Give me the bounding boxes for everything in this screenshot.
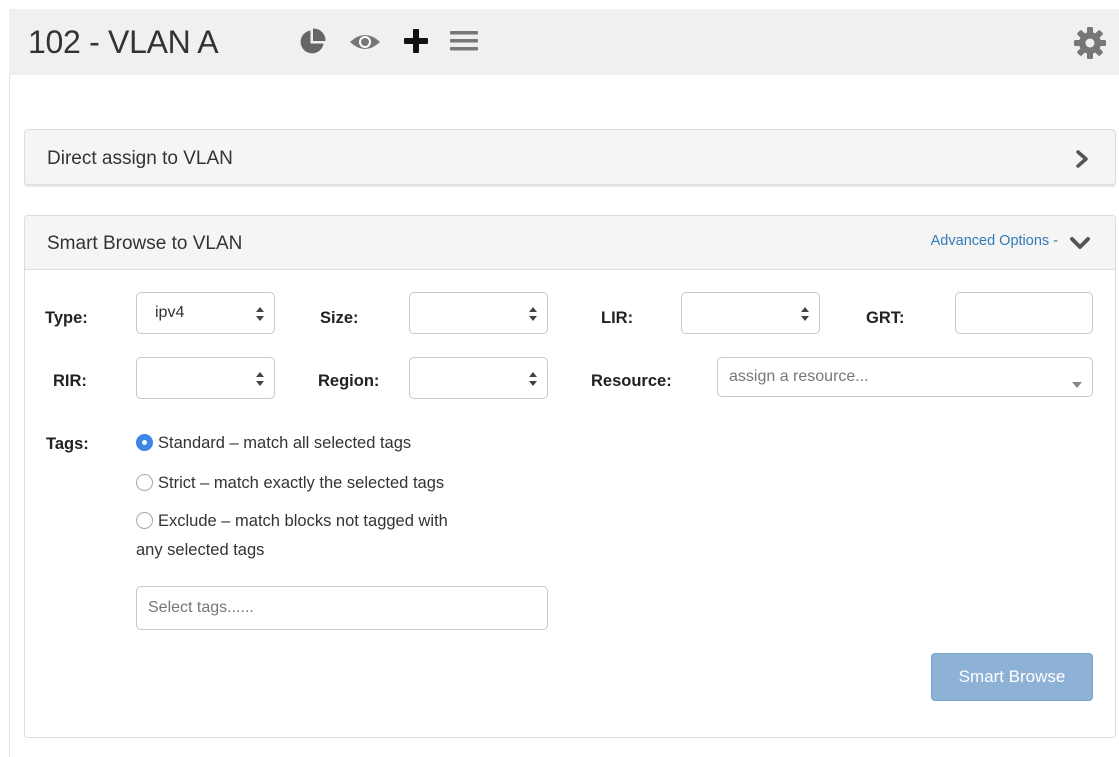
direct-assign-title[interactable]: Direct assign to VLAN [47, 148, 233, 170]
rir-label: RIR: [53, 372, 87, 390]
tag-mode-strict-label: Strict – match exactly the selected tags [158, 474, 445, 492]
eye-icon[interactable] [348, 31, 382, 53]
tag-mode-exclude-label: Exclude – match blocks not tagged with [158, 512, 448, 530]
rir-select[interactable] [136, 357, 275, 399]
advanced-options-link[interactable]: Advanced Options - [931, 233, 1058, 249]
type-select-value: ipv4 [155, 304, 185, 321]
grt-input[interactable] [955, 292, 1093, 334]
radio-unselected-icon[interactable] [136, 512, 153, 529]
radio-unselected-icon[interactable] [136, 474, 153, 491]
direct-assign-panel[interactable]: Direct assign to VLAN [24, 129, 1116, 185]
type-select[interactable]: ipv4 [136, 292, 275, 334]
chevron-down-icon[interactable] [1069, 235, 1091, 256]
smart-browse-title: Smart Browse to VLAN [47, 233, 243, 254]
region-label: Region: [318, 372, 380, 390]
select-arrows-icon [528, 306, 538, 327]
resource-combobox[interactable]: assign a resource... [717, 357, 1093, 397]
tag-mode-strict[interactable]: Strict – match exactly the selected tags [136, 474, 444, 493]
lir-label: LIR: [601, 309, 634, 327]
gear-icon[interactable] [1073, 26, 1107, 60]
select-arrows-icon [800, 306, 810, 327]
tags-label: Tags: [46, 435, 89, 453]
grt-label: GRT: [866, 309, 905, 327]
size-select[interactable] [409, 292, 548, 334]
smart-browse-heading: Smart Browse to VLAN Advanced Options - [25, 216, 1115, 270]
select-arrows-icon [255, 306, 265, 327]
tag-mode-standard[interactable]: Standard – match all selected tags [136, 434, 411, 453]
tags-input[interactable]: Select tags...... [136, 586, 548, 630]
type-label: Type: [45, 309, 88, 327]
resource-label: Resource: [591, 372, 672, 390]
page-title: 102 - VLAN A [28, 24, 219, 60]
page: 102 - VLAN A Direct assign to VLAN Smart… [0, 0, 1119, 757]
pie-chart-icon[interactable] [297, 27, 327, 57]
menu-icon[interactable] [450, 29, 478, 53]
tags-placeholder: Select tags...... [148, 599, 254, 616]
size-label: Size: [320, 309, 359, 327]
resource-placeholder: assign a resource... [729, 368, 869, 385]
header-bar: 102 - VLAN A [9, 9, 1119, 75]
left-divider [9, 75, 10, 757]
plus-icon[interactable] [402, 27, 430, 55]
select-arrows-icon [255, 371, 265, 392]
lir-select[interactable] [681, 292, 820, 334]
select-arrows-icon [528, 371, 538, 392]
caret-down-icon [1072, 375, 1082, 393]
radio-selected-icon[interactable] [136, 434, 153, 451]
tag-mode-exclude[interactable]: Exclude – match blocks not tagged with [136, 512, 448, 531]
tag-mode-standard-label: Standard – match all selected tags [158, 434, 412, 452]
chevron-right-icon[interactable] [1075, 150, 1089, 173]
region-select[interactable] [409, 357, 548, 399]
smart-browse-button[interactable]: Smart Browse [931, 653, 1093, 701]
tag-mode-exclude-label-continued: any selected tags [136, 541, 265, 559]
